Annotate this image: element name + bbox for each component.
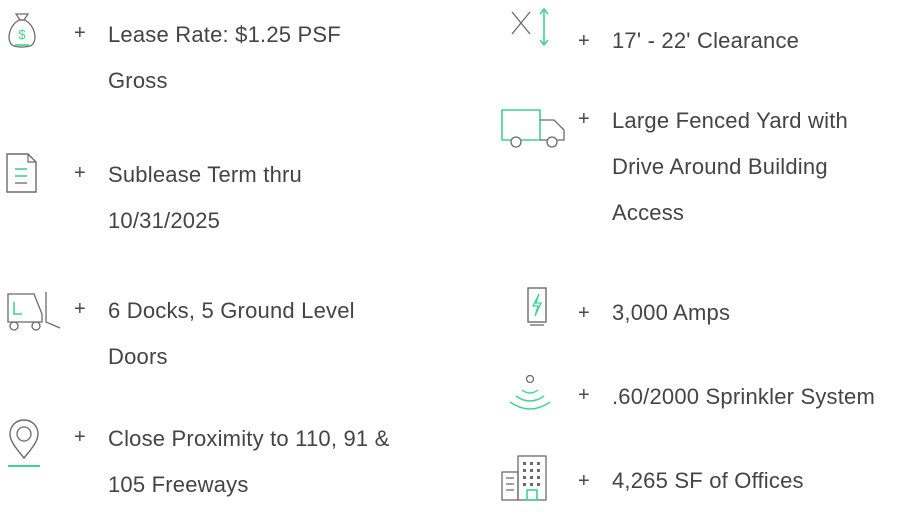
feature-line: .60/2000 Sprinkler System xyxy=(612,384,876,409)
plus-marker: + xyxy=(578,470,590,492)
feature-line: 105 Freeways xyxy=(108,472,249,497)
sprinkler-icon xyxy=(508,374,552,412)
document-icon xyxy=(4,152,40,194)
feature-line: Gross xyxy=(108,68,168,93)
feature-text: Large Fenced Yard with Drive Around Buil… xyxy=(612,98,911,236)
forklift-icon xyxy=(4,288,62,334)
feature-text: 17' - 22' Clearance xyxy=(612,18,911,64)
location-pin-icon xyxy=(4,416,44,468)
power-battery-icon xyxy=(526,286,548,328)
plus-marker: + xyxy=(578,108,590,130)
svg-text:$: $ xyxy=(18,27,26,42)
feature-text: Sublease Term thru 10/31/2025 xyxy=(108,152,438,244)
feature-line: Access xyxy=(612,200,685,225)
feature-text: Close Proximity to 110, 91 & 105 Freeway… xyxy=(108,416,438,508)
feature-text: 6 Docks, 5 Ground Level Doors xyxy=(108,288,438,380)
feature-line: Sublease Term thru xyxy=(108,162,302,187)
plus-marker: + xyxy=(578,302,590,324)
feature-line: 10/31/2025 xyxy=(108,208,221,233)
plus-marker: + xyxy=(578,384,590,406)
feature-line: 3,000 Amps xyxy=(612,300,731,325)
plus-marker: + xyxy=(74,22,86,44)
feature-line: Large Fenced Yard with xyxy=(612,108,848,133)
clearance-height-icon xyxy=(508,4,554,50)
plus-marker: + xyxy=(74,426,86,448)
plus-marker: + xyxy=(74,298,86,320)
feature-line: 4,265 SF of Offices xyxy=(612,468,804,493)
feature-line: 17' - 22' Clearance xyxy=(612,28,800,53)
feature-line: Drive Around Building xyxy=(612,154,828,179)
plus-marker: + xyxy=(578,30,590,52)
plus-marker: + xyxy=(74,162,86,184)
feature-text: Lease Rate: $1.25 PSF Gross xyxy=(108,12,438,104)
feature-text: 3,000 Amps xyxy=(612,290,911,336)
office-building-icon xyxy=(500,454,550,502)
feature-text: .60/2000 Sprinkler System xyxy=(612,374,911,420)
feature-text: 4,265 SF of Offices xyxy=(612,458,911,504)
truck-icon xyxy=(500,106,568,150)
feature-line: 6 Docks, 5 Ground Level xyxy=(108,298,355,323)
feature-line: Doors xyxy=(108,344,168,369)
money-bag-icon: $ xyxy=(4,10,40,50)
feature-line: Lease Rate: $1.25 PSF xyxy=(108,22,341,47)
feature-line: Close Proximity to 110, 91 & xyxy=(108,426,390,451)
